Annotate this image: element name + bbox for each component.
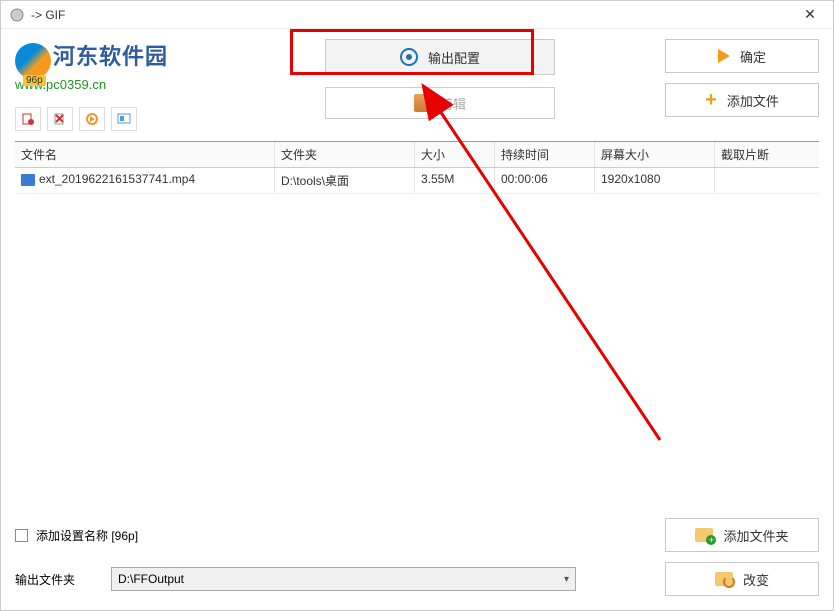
- titlebar: -> GIF ✕: [1, 1, 833, 29]
- table-body: ext_2019622161537741.mp4 D:\tools\桌面 3.5…: [15, 168, 819, 194]
- globe-icon: [15, 43, 51, 79]
- video-file-icon: [21, 174, 35, 186]
- header-folder[interactable]: 文件夹: [275, 142, 415, 167]
- change-label: 改变: [743, 570, 769, 589]
- add-setting-name-label: 添加设置名称 [96p]: [36, 527, 138, 544]
- cell-size: 3.55M: [415, 168, 495, 193]
- confirm-label: 确定: [740, 47, 766, 66]
- header-screen[interactable]: 屏幕大小: [595, 142, 715, 167]
- output-folder-value: D:\FFOutput: [118, 572, 184, 586]
- change-icon: [715, 572, 733, 586]
- chevron-down-icon: ▾: [564, 574, 569, 585]
- header-duration[interactable]: 持续时间: [495, 142, 595, 167]
- window-title: -> GIF: [31, 8, 795, 22]
- output-folder-label: 输出文件夹: [15, 571, 103, 588]
- edit-button[interactable]: 剪辑: [325, 87, 555, 119]
- film-icon: [414, 94, 430, 112]
- table-row[interactable]: ext_2019622161537741.mp4 D:\tools\桌面 3.5…: [15, 168, 819, 194]
- folder-add-icon: [695, 528, 713, 542]
- change-button[interactable]: 改变: [665, 562, 819, 596]
- watermark-logo: 河东软件园 www.pc0359.cn 96p: [15, 39, 215, 99]
- output-folder-select[interactable]: D:\FFOutput ▾: [111, 567, 576, 591]
- add-file-label: 添加文件: [727, 91, 779, 110]
- plus-icon: +: [705, 92, 717, 108]
- header-size[interactable]: 大小: [415, 142, 495, 167]
- cell-filename-text: ext_2019622161537741.mp4: [39, 172, 195, 186]
- add-folder-label: 添加文件夹: [723, 526, 788, 545]
- add-folder-button[interactable]: 添加文件夹: [665, 518, 819, 552]
- edit-label: 剪辑: [440, 94, 466, 113]
- watermark-badge: 96p: [23, 75, 46, 86]
- cell-duration: 00:00:06: [495, 168, 595, 193]
- confirm-button[interactable]: 确定: [665, 39, 819, 73]
- output-config-label: 输出配置: [428, 48, 480, 67]
- header-clip[interactable]: 截取片断: [715, 142, 819, 167]
- add-setting-name-checkbox[interactable]: [15, 529, 28, 542]
- table-header: 文件名 文件夹 大小 持续时间 屏幕大小 截取片断: [15, 142, 819, 168]
- watermark-title: 河东软件园: [53, 44, 168, 69]
- cell-folder: D:\tools\桌面: [275, 168, 415, 193]
- output-config-button[interactable]: 输出配置: [325, 39, 555, 75]
- app-icon: [9, 7, 25, 23]
- header-filename[interactable]: 文件名: [15, 142, 275, 167]
- file-table: 文件名 文件夹 大小 持续时间 屏幕大小 截取片断 ext_2019622161…: [15, 141, 819, 508]
- cell-screen: 1920x1080: [595, 168, 715, 193]
- cell-clip: [715, 168, 819, 193]
- cell-filename: ext_2019622161537741.mp4: [15, 168, 275, 193]
- arrow-right-icon: [718, 49, 730, 63]
- close-button[interactable]: ✕: [795, 5, 825, 25]
- add-file-button[interactable]: + 添加文件: [665, 83, 819, 117]
- gear-icon: [400, 48, 418, 66]
